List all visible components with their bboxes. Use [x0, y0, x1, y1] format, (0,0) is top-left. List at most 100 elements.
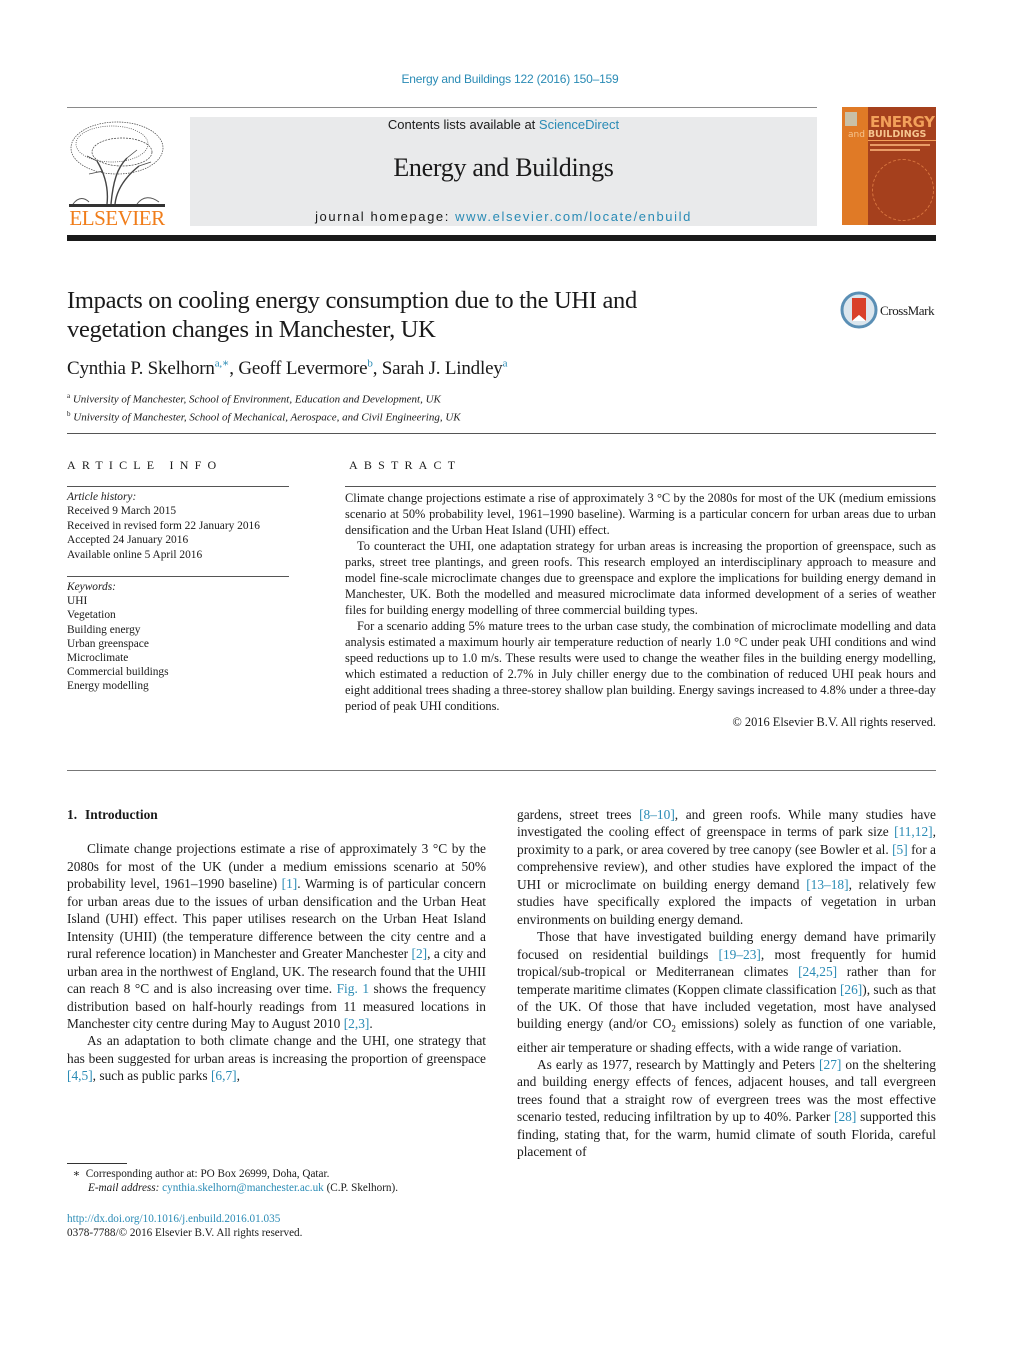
keyword: Vegetation: [67, 609, 116, 622]
paragraph: Those that have investigated building en…: [517, 929, 936, 1055]
sciencedirect-link[interactable]: ScienceDirect: [539, 117, 619, 132]
citation-link[interactable]: [26]: [840, 982, 862, 997]
cover-subtitle-bar: [870, 144, 930, 146]
contents-line: Contents lists available at ScienceDirec…: [190, 117, 817, 132]
abstract-copyright: © 2016 Elsevier B.V. All rights reserved…: [732, 715, 936, 729]
author-separator: ,: [229, 358, 239, 380]
body-column-right: gardens, street trees [8–10], and green …: [517, 806, 936, 1161]
keyword: Microclimate: [67, 652, 129, 665]
doi-block: http://dx.doi.org/10.1016/j.enbuild.2016…: [67, 1212, 302, 1240]
citation-link[interactable]: [6,7]: [211, 1068, 237, 1083]
homepage-prefix: journal homepage:: [315, 209, 456, 224]
history-item: Available online 5 April 2016: [67, 548, 203, 561]
paragraph: As an adaptation to both climate change …: [67, 1033, 486, 1084]
affiliation-key: a: [67, 392, 71, 400]
journal-homepage-link[interactable]: www.elsevier.com/locate/enbuild: [455, 209, 692, 224]
history-label: Article history:: [67, 491, 137, 503]
article-info-rule: [67, 486, 289, 487]
affiliation-key: b: [67, 409, 71, 418]
header-thick-rule: [67, 235, 936, 241]
abstract-paragraph: To counteract the UHI, one adaptation st…: [345, 539, 936, 617]
article-info-rule: [67, 576, 289, 577]
author-affiliation-marker[interactable]: a: [503, 358, 508, 370]
paragraph: Climate change projections estimate a ri…: [67, 841, 486, 1031]
email-link[interactable]: cynthia.skelhorn@manchester.ac.uk: [162, 1182, 324, 1194]
article-info-heading: ARTICLE INFO: [67, 458, 223, 472]
abstract-body: Climate change projections estimate a ri…: [345, 490, 936, 730]
citation-link[interactable]: [4,5]: [67, 1068, 93, 1083]
email-label: E-mail address:: [88, 1182, 160, 1195]
section-heading-introduction: 1. Introduction: [67, 806, 486, 823]
keyword: Commercial buildings: [67, 666, 169, 679]
author-list: Cynthia P. Skelhorna,∗, Geoff Levermoreb…: [67, 357, 507, 380]
title-line-2: vegetation changes in Manchester, UK: [67, 316, 436, 343]
history-item: Received in revised form 22 January 2016: [67, 519, 260, 532]
email-suffix: (C.P. Skelhorn).: [323, 1182, 399, 1195]
citation-link[interactable]: [24,25]: [798, 964, 837, 979]
citation-link[interactable]: [13–18]: [806, 877, 848, 892]
citation-link[interactable]: [5]: [892, 842, 908, 857]
citation-link[interactable]: [1]: [282, 876, 298, 891]
subscript: 2: [671, 1024, 676, 1035]
history-item: Received 9 March 2015: [67, 505, 177, 518]
tree-icon: [69, 121, 165, 207]
author-affiliation-marker[interactable]: a,∗: [215, 358, 230, 370]
crossmark-button[interactable]: CrossMark: [840, 291, 940, 329]
citation-link[interactable]: [2]: [412, 946, 428, 961]
corresponding-text: Corresponding author at: PO Box 26999, D…: [85, 1168, 330, 1180]
keyword: UHI: [67, 595, 88, 608]
article-title: Impacts on cooling energy consumption du…: [67, 286, 787, 344]
footnote-marker: ∗: [72, 1168, 81, 1180]
issn-copyright: 0378-7788/© 2016 Elsevier B.V. All right…: [67, 1227, 303, 1240]
journal-title: Energy and Buildings: [393, 153, 614, 182]
footnote: ∗ Corresponding author at: PO Box 26999,…: [67, 1167, 398, 1195]
citation-link[interactable]: [8–10]: [639, 807, 675, 822]
citation-link[interactable]: [2,3]: [344, 1016, 370, 1031]
citation-link[interactable]: [11,12]: [894, 824, 933, 839]
keywords: Keywords: UHI Vegetation Building energy…: [67, 580, 169, 694]
keywords-label: Keywords:: [67, 581, 116, 593]
journal-banner: Contents lists available at ScienceDirec…: [190, 117, 817, 226]
journal-citation-link[interactable]: Energy and Buildings 122 (2016) 150–159: [0, 72, 1020, 86]
author-name[interactable]: Geoff Levermore: [238, 358, 367, 379]
body-rule: [67, 770, 936, 771]
body-column-left: 1. Introduction Climate change projection…: [67, 806, 486, 1085]
section-title: Introduction: [85, 807, 158, 822]
email-note: E-mail address: cynthia.skelhorn@manches…: [67, 1181, 398, 1195]
citation-link[interactable]: [19–23]: [719, 947, 761, 962]
citation-link[interactable]: [28]: [834, 1109, 856, 1124]
author-name[interactable]: Sarah J. Lindley: [382, 358, 503, 379]
homepage-line: journal homepage: www.elsevier.com/locat…: [190, 209, 817, 224]
crossmark-icon: [840, 291, 878, 329]
citation-link[interactable]: Fig. 1: [337, 981, 369, 996]
header-rule: [67, 107, 817, 108]
affiliation-text: University of Manchester, School of Envi…: [72, 393, 441, 406]
author[interactable]: Cynthia P. Skelhorna,∗,: [67, 358, 238, 379]
affiliation-b: b University of Manchester, School of Me…: [67, 407, 461, 425]
paragraph: gardens, street trees [8–10], and green …: [517, 807, 936, 927]
contents-prefix: Contents lists available at: [387, 117, 539, 132]
abstract-heading: ABSTRACT: [349, 458, 462, 472]
abstract-paragraph: Climate change projections estimate a ri…: [345, 491, 936, 537]
cover-title-buildings: and BUILDINGS: [848, 129, 926, 140]
abstract-paragraph: For a scenario adding 5% mature trees to…: [345, 619, 936, 713]
journal-cover-thumbnail[interactable]: ENERGY and BUILDINGS: [842, 107, 936, 225]
doi-link[interactable]: http://dx.doi.org/10.1016/j.enbuild.2016…: [67, 1212, 302, 1226]
author[interactable]: Sarah J. Lindleya: [382, 358, 508, 379]
citation-link[interactable]: [27]: [819, 1057, 841, 1072]
cover-and: and: [848, 130, 865, 140]
author-name[interactable]: Cynthia P. Skelhorn: [67, 358, 215, 379]
affiliation-text: University of Manchester, School of Mech…: [73, 411, 461, 424]
paragraph: As early as 1977, research by Mattingly …: [517, 1057, 936, 1160]
cover-graphic: [872, 159, 934, 221]
article-history: Article history: Received 9 March 2015 R…: [67, 490, 260, 562]
affiliation-a: a University of Manchester, School of En…: [67, 389, 461, 407]
author-separator: ,: [372, 358, 382, 380]
cover-divider: [868, 140, 936, 141]
cover-subtitle-bar: [870, 149, 920, 151]
elsevier-logo[interactable]: ELSEVIER: [67, 116, 167, 230]
author[interactable]: Geoff Levermoreb,: [238, 358, 381, 379]
cover-buildings: BUILDINGS: [867, 129, 927, 140]
corresponding-author-note: ∗ Corresponding author at: PO Box 26999,…: [67, 1167, 398, 1181]
crossmark-label: CrossMark: [880, 303, 935, 318]
